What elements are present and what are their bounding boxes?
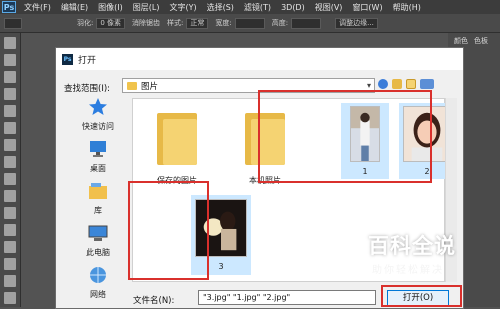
ps-menubar: Ps 文件(F) 编辑(E) 图像(I) 图层(L) 文字(Y) 选择(S) 滤… [0,0,500,14]
look-in-label: 查找范围(I): [64,84,111,94]
style-label: 样式: [167,19,184,27]
dialog-title: 打开 [78,55,97,66]
watermark: 百科全说 助你轻松解决 [368,230,490,282]
computer-icon [88,225,108,241]
sidebar-item-quick-access[interactable]: 快速访问 [64,98,132,132]
folder-icon [127,81,137,90]
places-sidebar: 快速访问 桌面 库 此电脑 网络 [64,98,132,303]
folder-item-saved-pictures[interactable]: 保存的图片 [145,107,209,191]
back-icon[interactable] [378,79,388,89]
sidebar-item-library[interactable]: 库 [64,182,132,216]
sidebar-label: 快速访问 [82,122,114,131]
filename-label: 文件名(N): [133,296,175,306]
sidebar-label: 网络 [90,290,106,299]
lasso-tool-icon[interactable] [4,71,16,83]
menu-type[interactable]: 文字(Y) [164,2,201,13]
menu-file[interactable]: 文件(F) [19,2,56,13]
sidebar-label: 此电脑 [86,248,110,257]
ps-options-bar: 羽化: 0 像素 消除锯齿 样式: 正常 宽度: 高度: 调整边缘... [0,14,500,33]
menu-window[interactable]: 窗口(W) [347,2,387,13]
marquee-tool-icon[interactable] [4,54,16,66]
sidebar-label: 库 [94,206,102,215]
crop-tool-icon[interactable] [4,105,16,117]
antialias-checkbox-label[interactable]: 消除锯齿 [132,18,160,28]
dodge-tool-icon[interactable] [4,258,16,270]
menu-help[interactable]: 帮助(H) [388,2,426,13]
network-icon [90,267,106,283]
history-brush-tool-icon[interactable] [4,190,16,202]
height-input[interactable] [291,17,322,29]
blur-tool-icon[interactable] [4,241,16,253]
chevron-down-icon: ▾ [366,81,371,90]
eraser-tool-icon[interactable] [4,207,16,219]
tab-swatches[interactable]: 色板 [474,36,488,46]
style-select[interactable]: 正常 [186,17,209,29]
highlight-box-open-button [381,285,462,307]
watermark-title: 百科全说 [368,234,456,258]
sidebar-item-this-pc[interactable]: 此电脑 [64,224,132,258]
folder-icon [157,113,197,165]
menu-select[interactable]: 选择(S) [202,2,239,13]
watermark-subtitle: 助你轻松解决 [372,265,444,276]
desktop-icon [90,141,106,157]
view-menu-icon[interactable] [420,79,434,89]
healing-tool-icon[interactable] [4,139,16,151]
sidebar-label: 桌面 [90,164,106,173]
highlight-box-images-1-2 [258,90,432,183]
marquee-tool-preset[interactable] [4,17,22,29]
type-tool-icon[interactable] [4,292,16,304]
nav-toolbar [378,79,434,89]
width-label: 宽度: [215,19,232,27]
library-icon [89,183,107,199]
menu-view[interactable]: 视图(V) [310,2,348,13]
feather-label: 羽化: [77,19,94,27]
sidebar-item-desktop[interactable]: 桌面 [64,140,132,174]
up-folder-icon[interactable] [392,79,402,89]
menu-layer[interactable]: 图层(L) [128,2,165,13]
highlight-box-image-3 [128,181,209,280]
pen-tool-icon[interactable] [4,275,16,287]
new-folder-icon[interactable] [406,79,416,89]
ps-tool-panel [0,33,21,307]
height-label: 高度: [271,19,289,27]
quick-select-tool-icon[interactable] [4,88,16,100]
menu-3d[interactable]: 3D(D) [276,3,310,12]
refine-edge-button[interactable]: 调整边缘... [335,17,378,29]
menu-filter[interactable]: 滤镜(T) [239,2,276,13]
eyedropper-tool-icon[interactable] [4,122,16,134]
gradient-tool-icon[interactable] [4,224,16,236]
stamp-tool-icon[interactable] [4,173,16,185]
dialog-titlebar[interactable]: Ps 打开 [56,48,463,70]
brush-tool-icon[interactable] [4,156,16,168]
tab-color[interactable]: 颜色 [454,36,468,46]
feather-input[interactable]: 0 像素 [96,17,126,29]
star-icon [89,98,107,115]
photoshop-app-icon: Ps [62,53,73,65]
move-tool-icon[interactable] [4,37,16,49]
sidebar-item-network[interactable]: 网络 [64,266,132,300]
menu-image[interactable]: 图像(I) [93,2,128,13]
filename-input[interactable]: "3.jpg" "1.jpg" "2.jpg" [198,290,376,305]
menu-edit[interactable]: 编辑(E) [56,2,93,13]
look-in-value: 图片 [141,81,159,92]
photoshop-logo: Ps [2,1,16,13]
width-input[interactable] [234,17,265,29]
